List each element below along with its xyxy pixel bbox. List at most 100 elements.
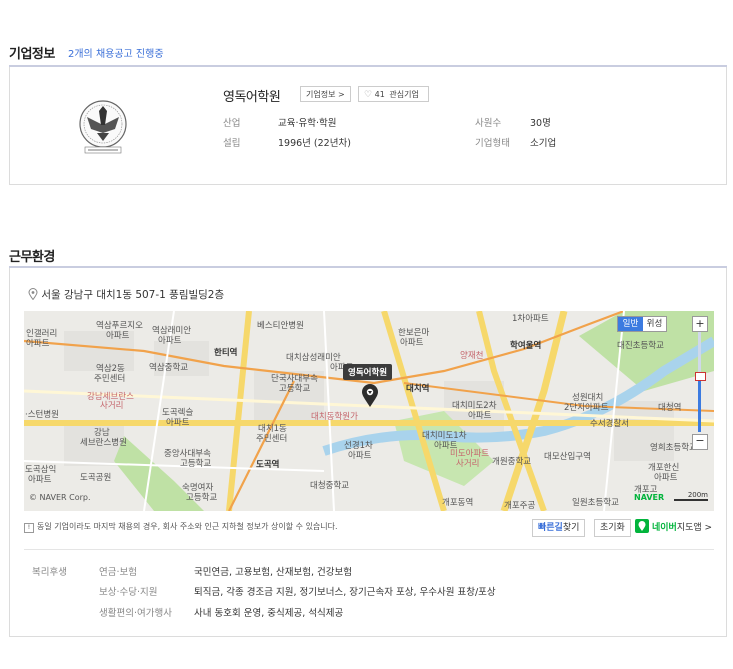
map-label: 도곡렉슬 [162, 408, 194, 418]
map-label: 아파트 [400, 338, 424, 348]
map-label: 역삼중학교 [149, 363, 189, 373]
map-label: 사거리 [456, 459, 480, 469]
map-scale-bar: 200m [674, 491, 708, 501]
map-label: 대진초등학교 [617, 341, 664, 351]
map-label: 아파트 [654, 473, 678, 483]
map-label: 대청역 [658, 403, 682, 413]
company-info-button[interactable]: 기업정보 > [300, 86, 351, 102]
map-label: 아파트 [158, 336, 182, 346]
zoom-out-button[interactable]: − [692, 434, 708, 450]
company-section-title: 기업정보 [9, 47, 55, 62]
map-label: 양재천 [460, 351, 484, 361]
work-environment-box: 서울 강남구 대치1동 507-1 풍림빌딩2층 인갤러리 아파트 역삼푸르지오… [9, 268, 727, 637]
map-label: 미도아파트 [450, 449, 490, 459]
map-label: 성원대치 [572, 393, 604, 403]
map-label: 고등학교 [186, 493, 218, 503]
map-label: 단국사대부속 [271, 374, 318, 384]
map-base-layer [24, 311, 714, 511]
map-label: 대치역 [406, 384, 430, 394]
map-label: 고등학교 [279, 384, 311, 394]
map-label: ·스턴병원 [25, 410, 59, 420]
map-label: 대치1동 [258, 424, 287, 434]
map-label: 숙명여자 [182, 483, 214, 493]
benefit-value: 국민연금, 고용보험, 산재보험, 건강보험 [194, 567, 352, 578]
map-label: 아파트 [106, 331, 130, 341]
founded-value: 1996년 (22년차) [278, 138, 351, 149]
company-type-value: 소기업 [530, 138, 557, 149]
job-postings-link[interactable]: 2개의 채용공고 진행중 [68, 45, 164, 60]
map-label: 수서경찰서 [590, 419, 630, 429]
employees-value: 30명 [530, 118, 551, 129]
map-notice: ! 동일 기업이라도 마지막 채용의 경우, 회사 주소와 인근 지하철 정보가 … [24, 521, 338, 533]
company-logo [75, 95, 131, 157]
map-label: 대모산입구역 [544, 452, 591, 462]
route-search-rest: 찾기 [562, 523, 580, 533]
benefit-value: 사내 동호회 운영, 중식제공, 석식제공 [194, 608, 344, 619]
location-map[interactable]: 인갤러리 아파트 역삼푸르지오 아파트 역삼래미안 아파트 베스티안병원 한보은… [24, 311, 714, 511]
map-label: 역삼푸르지오 [96, 321, 143, 331]
naver-map-prefix: 네이버 [652, 523, 677, 533]
work-section-title: 근무환경 [9, 250, 55, 265]
employees-label: 사원수 [475, 118, 502, 129]
map-label: 중앙사대부속 [164, 449, 211, 459]
map-label: 학여울역 [510, 341, 542, 351]
zoom-control: + − [692, 316, 708, 450]
reset-button[interactable]: 초기화 [594, 519, 631, 537]
industry-value: 교육·유학·학원 [278, 118, 337, 129]
zoom-in-button[interactable]: + [692, 316, 708, 332]
map-label: 1차아파트 [512, 314, 549, 324]
map-label: 개포한신 [648, 463, 680, 473]
map-label: 세브란스병원 [80, 438, 127, 448]
benefits-category: 복리후생 [32, 567, 67, 578]
map-label: 일원초등학교 [572, 498, 619, 508]
map-label: 주민센터 [94, 374, 126, 384]
industry-label: 산업 [223, 118, 241, 129]
map-label: 대치미도1차 [422, 431, 467, 441]
map-label: 선경1차 [344, 441, 373, 451]
map-label: 대치삼성래미안 [286, 353, 341, 363]
map-notice-text: 동일 기업이라도 마지막 채용의 경우, 회사 주소와 인근 지하철 정보가 상… [37, 522, 338, 531]
company-type-label: 기업형태 [475, 138, 510, 149]
map-label: 도곡공원 [80, 473, 112, 483]
map-label: 고등학교 [180, 459, 212, 469]
favorite-label: 관심기업 [389, 90, 419, 99]
map-type-normal-button[interactable]: 일반 [618, 317, 643, 331]
benefit-value: 퇴직금, 각종 경조금 지원, 정기보너스, 장기근속자 포상, 우수사원 표창… [194, 587, 496, 598]
route-search-highlight: 빠른길 [538, 523, 563, 533]
map-label: 아파트 [468, 411, 492, 421]
map-label: 사거리 [100, 401, 124, 411]
naver-map-suffix: 지도앱 > [676, 523, 713, 533]
naver-logo: NAVER [634, 493, 665, 502]
map-label: 아파트 [28, 475, 52, 485]
route-search-button[interactable]: 빠른길찾기 [532, 519, 586, 537]
zoom-slider-fill [698, 376, 701, 432]
naver-map-app-link[interactable]: 네이버지도앱 > [635, 519, 712, 537]
favorite-count: 41 [374, 90, 385, 99]
company-name: 영독어학원 [223, 90, 281, 105]
divider [24, 549, 714, 550]
map-marker-pin-icon[interactable] [361, 384, 379, 411]
company-info-box: 영독어학원 기업정보 > ♡ 41 관심기업 산업 교육·유학·학원 설립 19… [9, 67, 727, 185]
heart-icon: ♡ [364, 90, 373, 100]
map-label: 아파트 [26, 339, 50, 349]
map-label: 강남 [94, 428, 110, 438]
map-label: 아파트 [348, 451, 372, 461]
map-label: 2단지아파트 [564, 403, 609, 413]
map-label: 도곡역 [256, 460, 280, 470]
map-label: 개원중학교 [492, 457, 532, 467]
map-type-satellite-button[interactable]: 위성 [643, 317, 666, 331]
favorite-company-button[interactable]: ♡ 41 관심기업 [358, 86, 429, 102]
map-label: 아파트 [166, 418, 190, 428]
map-label: 도곡삼익 [25, 465, 57, 475]
map-label: 개포동역 [442, 498, 474, 508]
map-label: 인갤러리 [26, 329, 58, 339]
map-label: 한보은마 [398, 328, 430, 338]
info-icon: ! [24, 523, 34, 533]
map-label: 대청중학교 [310, 481, 350, 491]
map-copyright: © NAVER Corp. [29, 493, 91, 502]
map-label: 영희초등학교 [650, 443, 697, 453]
map-marker-label: 영독어학원 [343, 364, 393, 380]
map-label: 베스티안병원 [257, 321, 304, 331]
zoom-slider-handle[interactable] [695, 372, 706, 381]
map-label: 역삼2동 [96, 364, 125, 374]
